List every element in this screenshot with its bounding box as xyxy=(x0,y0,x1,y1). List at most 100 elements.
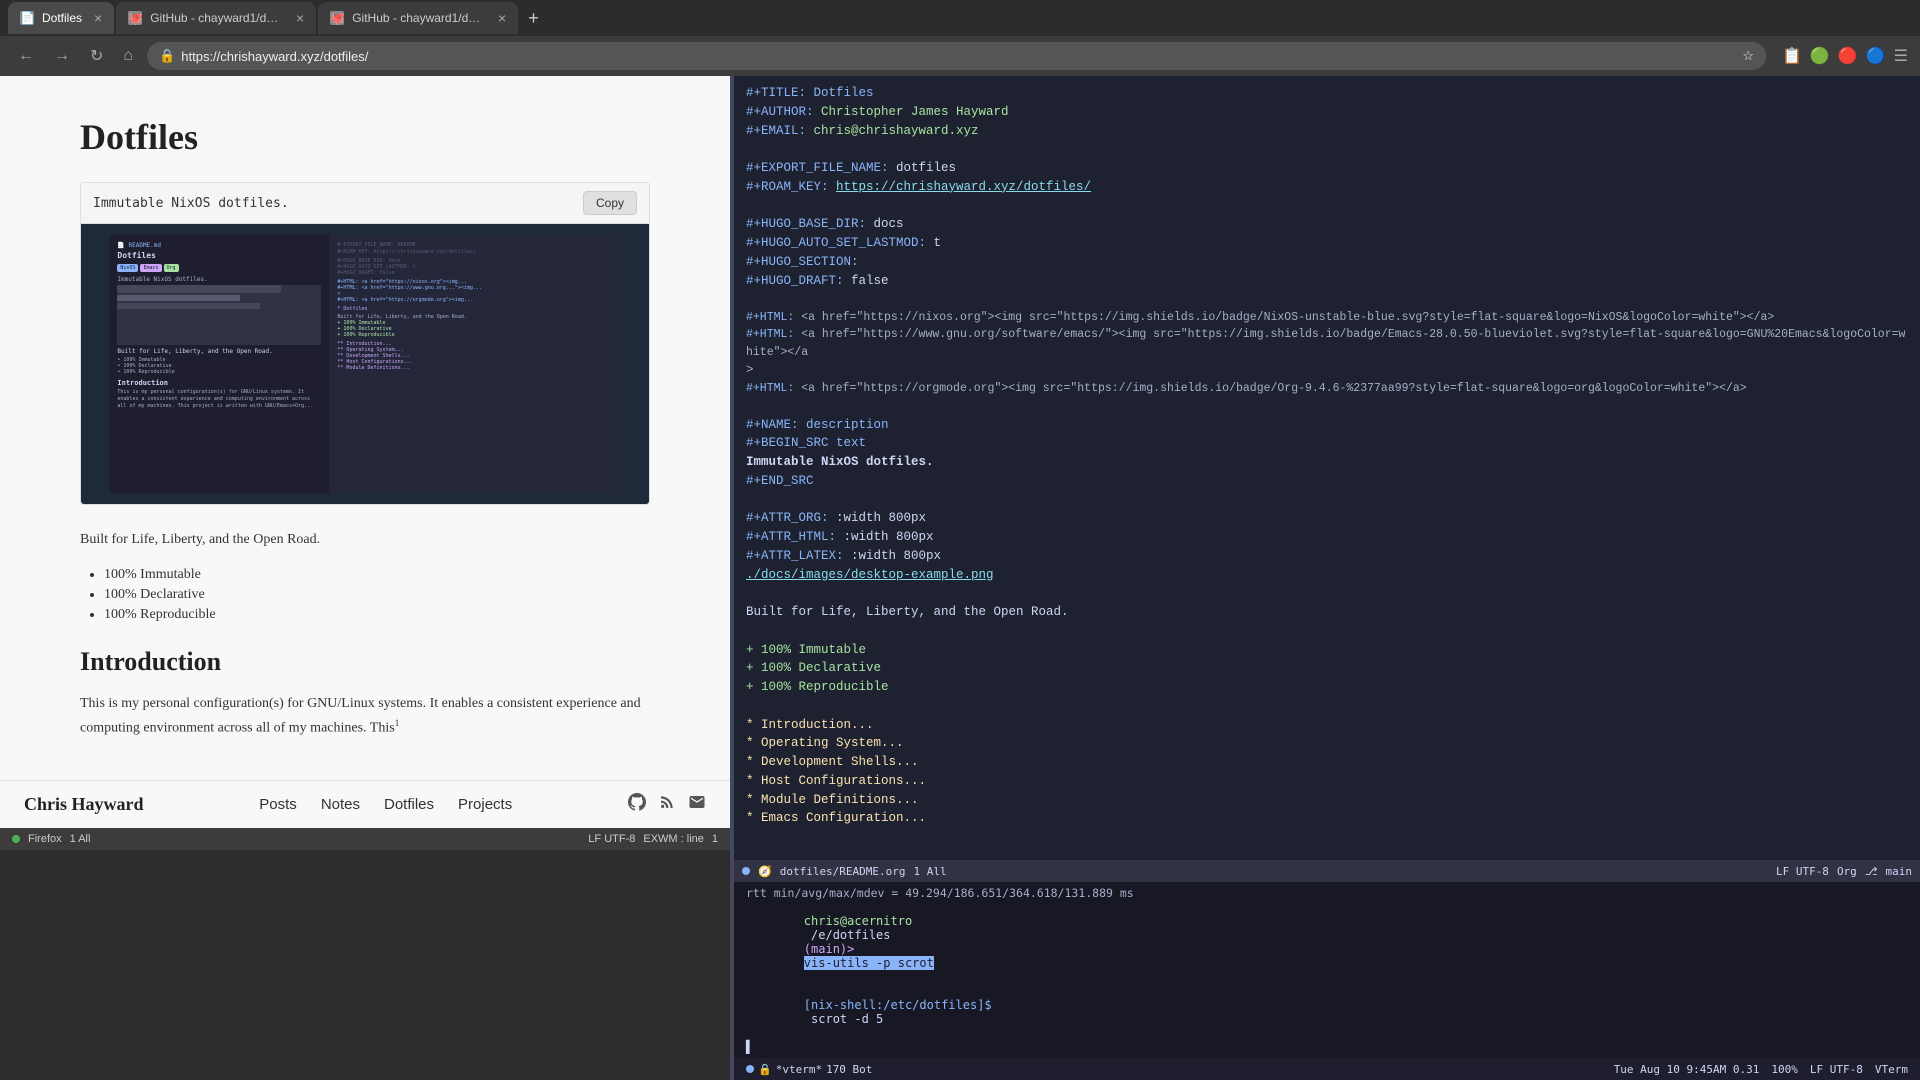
rss-icon[interactable] xyxy=(658,793,676,816)
term-line-31: * Emacs Configuration... xyxy=(746,809,1908,828)
sys-term-app: VTerm xyxy=(1875,1063,1908,1076)
list-item-2: 100% Declarative xyxy=(104,587,650,603)
footer-link-posts[interactable]: Posts xyxy=(259,796,297,813)
term-line-18: #+ATTR_ORG: :width 800px xyxy=(746,509,1908,528)
term-line-26: * Introduction... xyxy=(746,716,1908,735)
bullet-list: 100% Immutable 100% Declarative 100% Rep… xyxy=(80,567,650,623)
screenshot-right-panel: # EXPORT_FILE_NAME: README #+ROAM_KEY: h… xyxy=(329,234,620,494)
sys-status-bar: 🔒 *vterm* 170 Bot Tue Aug 10 9:45AM 0.31… xyxy=(734,1058,1920,1080)
nix-shell-line: [nix-shell:/etc/dotfiles]$ scrot -d 5 xyxy=(746,984,1908,1040)
github-icon[interactable] xyxy=(628,793,646,816)
footer-link-dotfiles[interactable]: Dotfiles xyxy=(384,796,434,813)
term-line-15: #+BEGIN_SRC text xyxy=(746,434,1908,453)
term-encoding: LF UTF-8 xyxy=(1776,865,1829,878)
encoding-label: LF UTF-8 xyxy=(588,833,635,845)
page-description: Built for Life, Liberty, and the Open Ro… xyxy=(80,529,650,551)
footer-brand: Chris Hayward xyxy=(24,794,144,815)
term-line-4: #+EXPORT_FILE_NAME: dotfiles xyxy=(746,159,1908,178)
browser-panel: Dotfiles Immutable NixOS dotfiles. Copy … xyxy=(0,76,730,780)
sys-encoding: LF UTF-8 xyxy=(1810,1063,1863,1076)
browser-name: Firefox xyxy=(28,833,62,845)
term-file: dotfiles/README.org xyxy=(780,865,906,878)
term-line-11: #+HTML: <a href="https://www.gnu.org/sof… xyxy=(746,326,1908,361)
lock-icon: 🔒 xyxy=(159,48,175,64)
tab-close-1[interactable]: × xyxy=(94,10,102,26)
term-line-21: ./docs/images/desktop-example.png xyxy=(746,566,1908,585)
term-line-2: #+AUTHOR: Christopher James Hayward xyxy=(746,103,1908,122)
extensions-button[interactable]: 📋 xyxy=(1782,46,1802,66)
tab-close-2[interactable]: × xyxy=(296,10,304,26)
rtt-line: rtt min/avg/max/mdev = 49.294/186.651/36… xyxy=(746,886,1908,900)
footer-link-projects[interactable]: Projects xyxy=(458,796,512,813)
footer-nav: Chris Hayward Posts Notes Dotfiles Proje… xyxy=(0,780,730,828)
term-position: 1 All xyxy=(914,865,947,878)
screenshot-left-panel: 📄 README.md Dotfiles NixOS Emacs Org Imm… xyxy=(109,234,329,494)
bookmark-icon[interactable]: ☆ xyxy=(1742,48,1754,64)
term-line-20: #+ATTR_LATEX: :width 800px xyxy=(746,547,1908,566)
term-line-9: #+HUGO_DRAFT: false xyxy=(746,272,1908,291)
menu-button[interactable]: ☰ xyxy=(1894,46,1908,66)
tab-close-3[interactable]: × xyxy=(498,10,506,26)
term-line-22: Built for Life, Liberty, and the Open Ro… xyxy=(746,603,1908,622)
intro-title: Introduction xyxy=(80,647,650,677)
profile-button[interactable]: 🟢 xyxy=(1810,46,1830,66)
terminal-status-bar: 🧭 dotfiles/README.org 1 All LF UTF-8 Org… xyxy=(734,860,1920,882)
term-line-12: > xyxy=(746,361,1908,380)
new-tab-button[interactable]: + xyxy=(520,8,547,29)
home-button[interactable]: ⌂ xyxy=(117,43,139,69)
browser-chrome: 📄 Dotfiles × 🐙 GitHub - chayward1/doth..… xyxy=(0,0,1920,76)
list-item-3: 100% Reproducible xyxy=(104,607,650,623)
tab-favicon-1: 📄 xyxy=(20,11,34,25)
nav-extra-icons: 📋 🟢 🔴 🔵 ☰ xyxy=(1782,46,1908,66)
footer-link-notes[interactable]: Notes xyxy=(321,796,360,813)
status-dot xyxy=(12,835,20,843)
term-line-19: #+ATTR_HTML: :width 800px xyxy=(746,528,1908,547)
address-bar[interactable]: 🔒 https://chrishayward.xyz/dotfiles/ ☆ xyxy=(147,42,1766,70)
code-block-header: Immutable NixOS dotfiles. Copy xyxy=(81,183,649,224)
tab-github-1[interactable]: 🐙 GitHub - chayward1/doth... × xyxy=(116,2,316,34)
term-indicator xyxy=(742,867,750,875)
url-display: https://chrishayward.xyz/dotfiles/ xyxy=(181,49,1736,64)
refresh-button[interactable]: ↻ xyxy=(84,42,109,70)
term-line-8: #+HUGO_SECTION: xyxy=(746,253,1908,272)
tab-title-2: GitHub - chayward1/doth... xyxy=(150,11,284,25)
tab-dotfiles[interactable]: 📄 Dotfiles × xyxy=(8,2,114,34)
term-line-1: #+TITLE: Dotfiles xyxy=(746,84,1908,103)
terminal-panel: #+TITLE: Dotfiles #+AUTHOR: Christopher … xyxy=(734,76,1920,1080)
nav-bar: ← → ↻ ⌂ 🔒 https://chrishayward.xyz/dotfi… xyxy=(0,36,1920,76)
term-line-blank-2 xyxy=(746,197,1908,216)
code-block-text: Immutable NixOS dotfiles. xyxy=(93,196,289,211)
sys-indicator xyxy=(746,1065,754,1073)
addon-button-1[interactable]: 🔴 xyxy=(1838,46,1858,66)
intro-text: This is my personal configuration(s) for… xyxy=(80,693,650,739)
email-icon[interactable] xyxy=(688,793,706,816)
term-line-5: #+ROAM_KEY: https://chrishayward.xyz/dot… xyxy=(746,178,1908,197)
mode-label: EXWM : line xyxy=(643,833,704,845)
terminal-content[interactable]: #+TITLE: Dotfiles #+AUTHOR: Christopher … xyxy=(734,76,1920,860)
back-button[interactable]: ← xyxy=(12,43,40,69)
cursor-line: ▌ xyxy=(746,1040,1908,1054)
tab-title-3: GitHub - chayward1/doth... xyxy=(352,11,486,25)
footer-icons xyxy=(628,793,706,816)
term-line-blank-1 xyxy=(746,140,1908,159)
browser-panel-wrapper: Dotfiles Immutable NixOS dotfiles. Copy … xyxy=(0,76,730,1080)
term-compass-icon: 🧭 xyxy=(758,865,772,878)
term-branch: main xyxy=(1886,865,1913,878)
term-line-6: #+HUGO_BASE_DIR: docs xyxy=(746,215,1908,234)
sys-battery: 100% xyxy=(1771,1063,1798,1076)
footer-links: Posts Notes Dotfiles Projects xyxy=(259,796,512,813)
sys-lock-icon: 🔒 xyxy=(758,1063,772,1076)
copy-button[interactable]: Copy xyxy=(583,191,637,215)
tab-github-2[interactable]: 🐙 GitHub - chayward1/doth... × xyxy=(318,2,518,34)
cmd-highlight: vis-utils -p scrot xyxy=(804,956,934,970)
term-line-29: * Host Configurations... xyxy=(746,772,1908,791)
term-line-10: #+HTML: <a href="https://nixos.org"><img… xyxy=(746,309,1908,326)
forward-button[interactable]: → xyxy=(48,43,76,69)
term-line-3: #+EMAIL: chris@chrishayward.xyz xyxy=(746,122,1908,141)
addon-button-2[interactable]: 🔵 xyxy=(1866,46,1886,66)
term-line-27: * Operating System... xyxy=(746,734,1908,753)
tab-favicon-2: 🐙 xyxy=(128,11,142,25)
term-line-blank-8 xyxy=(746,697,1908,716)
browser-status-bar: Firefox 1 All LF UTF-8 EXWM : line 1 xyxy=(0,828,730,850)
terminal-bottom: rtt min/avg/max/mdev = 49.294/186.651/36… xyxy=(734,882,1920,1058)
